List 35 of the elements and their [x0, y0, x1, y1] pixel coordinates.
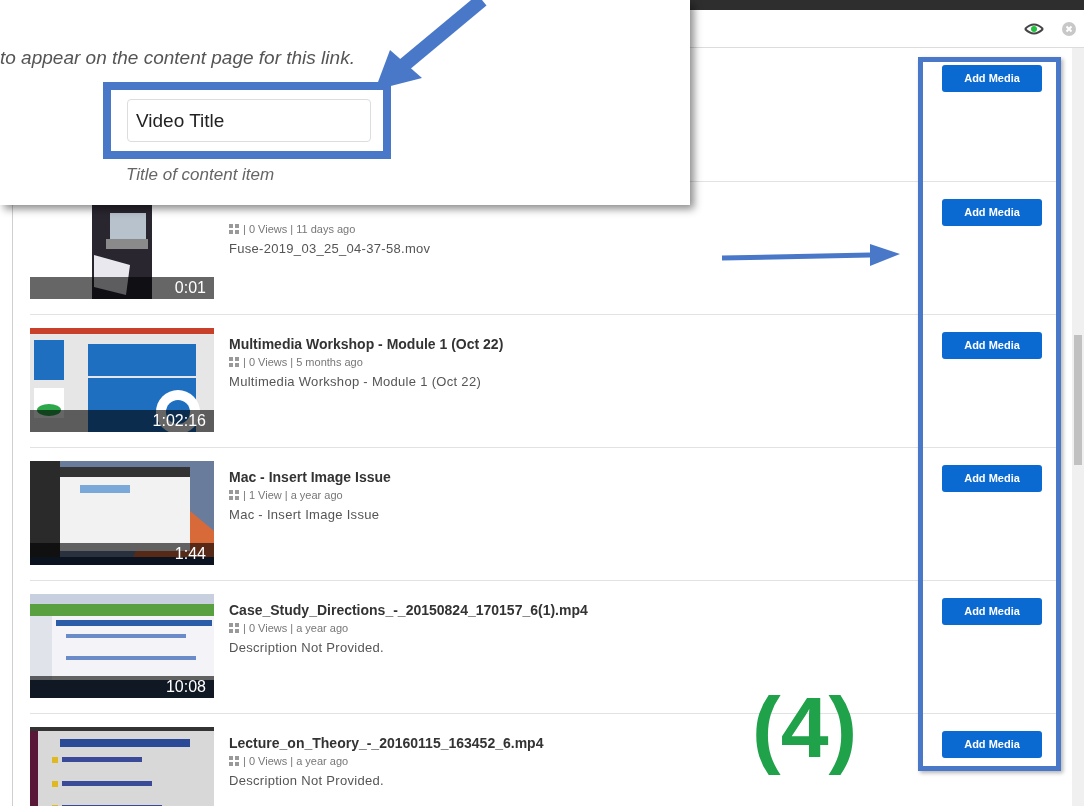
hint-text: to appear on the content page for this link. [0, 46, 355, 70]
video-title[interactable]: Lecture_on_Theory_-_20160115_163452_6.mp4 [229, 734, 709, 752]
duration-label: 0:01 [30, 277, 214, 299]
video-title[interactable]: Multimedia Workshop - Module 1 (Oct 22) [229, 335, 709, 353]
grid-icon [229, 224, 239, 235]
add-media-button[interactable]: Add Media [942, 199, 1042, 226]
duration-label: 1:44 [30, 543, 214, 565]
video-description: Mac - Insert Image Issue [229, 505, 381, 524]
add-media-button[interactable]: Add Media [942, 465, 1042, 492]
video-meta: | 0 Views | a year ago [243, 621, 349, 636]
video-meta: | 0 Views | 11 days ago [243, 222, 356, 237]
scrollbar[interactable] [1072, 48, 1084, 806]
grid-icon [229, 756, 239, 767]
video-description: Description Not Provided. [229, 638, 385, 657]
grid-icon [229, 357, 239, 368]
video-meta: | 1 View | a year ago [243, 488, 343, 503]
video-title[interactable]: Mac - Insert Image Issue [229, 468, 709, 486]
video-description: Multimedia Workshop - Module 1 (Oct 22) [229, 372, 483, 391]
add-media-button[interactable]: Add Media [942, 598, 1042, 625]
add-media-button[interactable]: Add Media [942, 332, 1042, 359]
title-input[interactable]: Video Title [127, 99, 371, 142]
video-title[interactable]: Case_Study_Directions_-_20150824_170157_6(1).mp4 [229, 601, 709, 619]
add-media-button[interactable]: Add Media [942, 731, 1042, 758]
step-label: (4) [752, 678, 858, 777]
add-media-button[interactable]: Add Media [942, 65, 1042, 92]
grid-icon [229, 490, 239, 501]
duration-label: 10:08 [30, 676, 214, 698]
grid-icon [229, 623, 239, 634]
field-caption: Title of content item [126, 164, 275, 186]
video-meta: | 0 Views | 5 months ago [243, 355, 363, 370]
close-icon[interactable] [1062, 21, 1076, 36]
video-description: Description Not Provided. [229, 771, 385, 790]
duration-label: 1:02:16 [30, 410, 214, 432]
video-meta: | 0 Views | a year ago [243, 754, 349, 769]
video-description: Fuse-2019_03_25_04-37-58.mov [229, 239, 432, 258]
